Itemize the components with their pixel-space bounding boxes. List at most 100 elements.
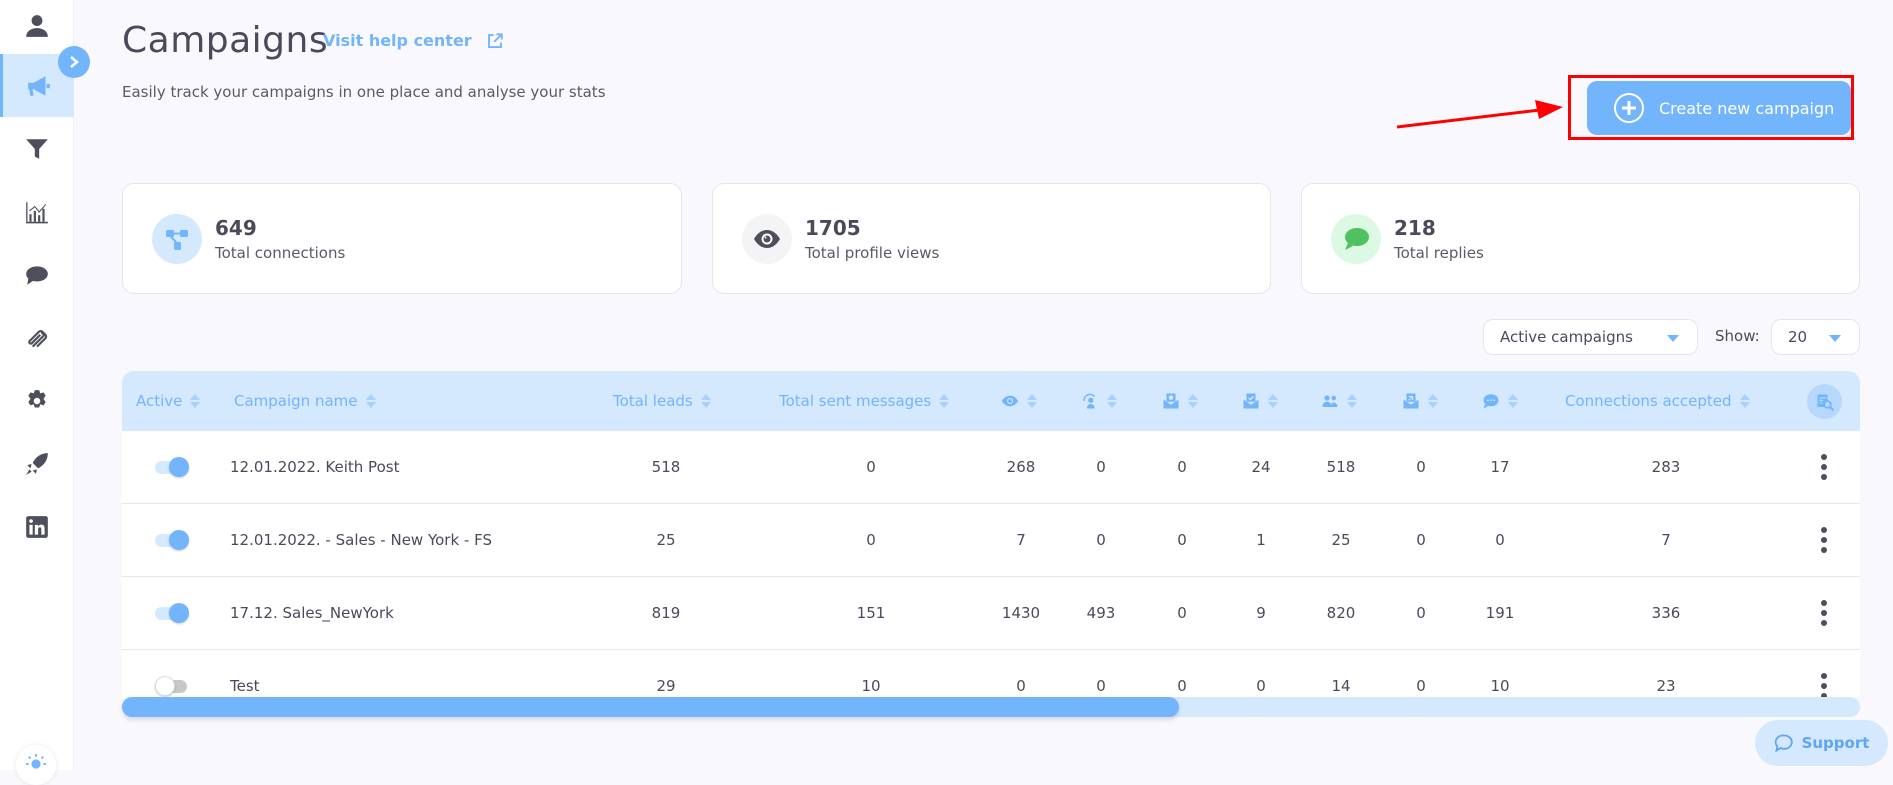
cell-replies: 191 — [1485, 604, 1515, 622]
campaign-name[interactable]: 17.12. Sales_NewYork — [230, 577, 590, 649]
sidebar-item-profile[interactable] — [0, 0, 74, 57]
column-label: Active — [136, 392, 183, 410]
column-header-replies[interactable] — [1482, 371, 1518, 431]
sidebar-expand-button[interactable] — [58, 46, 90, 78]
horizontal-scrollbar[interactable] — [122, 697, 1860, 717]
row-menu-button[interactable] — [1816, 597, 1832, 629]
stat-icon-wrap — [742, 214, 792, 264]
column-header-invites-accepted[interactable] — [1242, 371, 1278, 431]
column-header-replies-mail[interactable] — [1402, 371, 1438, 431]
show-label: Show: — [1715, 327, 1760, 345]
column-header-campaign-name[interactable]: Campaign name — [234, 371, 376, 431]
column-header-connections-accepted[interactable]: Connections accepted — [1565, 371, 1750, 431]
active-toggle[interactable] — [155, 603, 191, 623]
chat-icon — [1483, 394, 1499, 409]
cell-total-sent: 0 — [866, 531, 876, 549]
cell-follows: 0 — [1096, 531, 1106, 549]
chat-bubble-icon — [26, 265, 48, 285]
sort-icon — [1027, 394, 1037, 408]
active-toggle[interactable] — [155, 457, 191, 477]
campaign-filter-dropdown[interactable]: Active campaigns — [1483, 319, 1698, 355]
active-toggle[interactable] — [155, 530, 191, 550]
column-header-follows[interactable] — [1081, 371, 1117, 431]
sidebar-item-messages[interactable] — [0, 243, 74, 306]
page-size-dropdown[interactable]: 20 — [1771, 319, 1860, 355]
column-search-icon — [1817, 394, 1834, 411]
column-label: Total sent messages — [779, 392, 932, 410]
cell-invites-accepted: 24 — [1251, 458, 1271, 476]
table-row[interactable]: 12.01.2022. - Sales - New York - FS 25 0 7 0… — [122, 504, 1860, 577]
column-header-connections[interactable] — [1321, 371, 1357, 431]
campaign-name[interactable]: 12.01.2022. - Sales - New York - FS — [230, 504, 590, 576]
stat-label: Total replies — [1394, 244, 1484, 262]
row-menu-button[interactable] — [1816, 451, 1832, 483]
stat-icon-wrap — [152, 214, 202, 264]
cell-replies: 17 — [1490, 458, 1510, 476]
stat-card-profile-views: 1705 Total profile views — [712, 183, 1271, 294]
stat-value: 649 — [215, 216, 257, 240]
sort-icon — [700, 394, 711, 408]
cell-follows: 493 — [1086, 604, 1116, 622]
row-menu-button[interactable] — [1816, 670, 1832, 697]
table-row[interactable]: 17.12. Sales_NewYork 819 151 1430 493 0 9 820 0 1… — [122, 577, 1860, 650]
cell-replies-mail: 0 — [1416, 677, 1426, 695]
column-header-active[interactable]: Active — [136, 371, 201, 431]
active-toggle[interactable] — [155, 676, 191, 696]
sidebar-item-launch[interactable] — [0, 432, 74, 495]
page-size-value: 20 — [1788, 328, 1808, 346]
megaphone-icon — [27, 75, 50, 96]
stat-label: Total profile views — [805, 244, 940, 262]
rocket-icon — [26, 452, 48, 475]
cell-connections: 820 — [1326, 604, 1356, 622]
sidebar-item-filters[interactable] — [0, 117, 74, 180]
table-header: Active Campaign name Total leads Total s… — [122, 371, 1860, 431]
sort-icon — [1188, 394, 1198, 408]
stat-card-connections: 649 Total connections — [122, 183, 682, 294]
cell-invites-pending: 0 — [1177, 604, 1187, 622]
sort-icon — [1107, 394, 1117, 408]
theme-toggle-button[interactable] — [16, 745, 56, 785]
sidebar-item-integrations[interactable] — [0, 306, 74, 369]
page-title: Campaigns — [122, 20, 329, 61]
column-header-invites-pending[interactable] — [1162, 371, 1198, 431]
support-button[interactable]: Support — [1755, 720, 1888, 766]
row-menu-button[interactable] — [1816, 524, 1832, 556]
cell-total-sent: 10 — [861, 677, 881, 695]
page-subtitle: Easily track your campaigns in one place… — [122, 83, 606, 101]
chevron-right-icon — [70, 56, 79, 68]
stat-card-replies: 218 Total replies — [1301, 183, 1860, 294]
cell-replies-mail: 0 — [1416, 531, 1426, 549]
campaign-name[interactable]: 12.01.2022. Keith Post — [230, 431, 590, 503]
plus-circle-icon — [1614, 93, 1644, 123]
dot — [1821, 673, 1827, 679]
cell-invites-pending: 0 — [1177, 458, 1187, 476]
cell-invites-pending: 0 — [1177, 677, 1187, 695]
cell-total-leads: 819 — [651, 604, 681, 622]
dot — [1821, 683, 1827, 689]
horizontal-scrollbar-thumb[interactable] — [122, 697, 1179, 717]
sidebar-item-analytics[interactable] — [0, 180, 74, 243]
column-label: Total leads — [613, 392, 693, 410]
create-campaign-label: Create new campaign — [1659, 98, 1835, 118]
column-header-total-leads[interactable]: Total leads — [613, 371, 711, 431]
create-campaign-button[interactable]: Create new campaign — [1587, 81, 1851, 135]
sidebar-item-settings[interactable] — [0, 369, 74, 432]
help-center-link[interactable]: Visit help center — [323, 31, 504, 50]
cell-follows: 0 — [1096, 458, 1106, 476]
campaign-filter-value: Active campaigns — [1500, 328, 1633, 346]
column-search-button[interactable] — [1807, 384, 1842, 419]
eye-icon — [1001, 395, 1019, 407]
stat-icon-wrap — [1331, 214, 1381, 264]
annotation-arrow — [1396, 100, 1563, 129]
column-header-profile-views[interactable] — [1001, 371, 1037, 431]
table-row[interactable]: 12.01.2022. Keith Post 518 0 268 0 0 24 518 0 17 2… — [122, 431, 1860, 504]
cell-follows: 0 — [1096, 677, 1106, 695]
sidebar-item-linkedin[interactable] — [0, 495, 74, 558]
paperclip-icon — [28, 329, 48, 347]
column-header-total-sent-messages[interactable]: Total sent messages — [779, 371, 950, 431]
campaign-name[interactable]: Test — [230, 650, 590, 697]
dot — [1821, 527, 1827, 533]
cell-invites-pending: 0 — [1177, 531, 1187, 549]
table-row[interactable]: Test 29 10 0 0 0 0 14 0 10 23 — [122, 650, 1860, 697]
sort-icon — [1268, 394, 1278, 408]
